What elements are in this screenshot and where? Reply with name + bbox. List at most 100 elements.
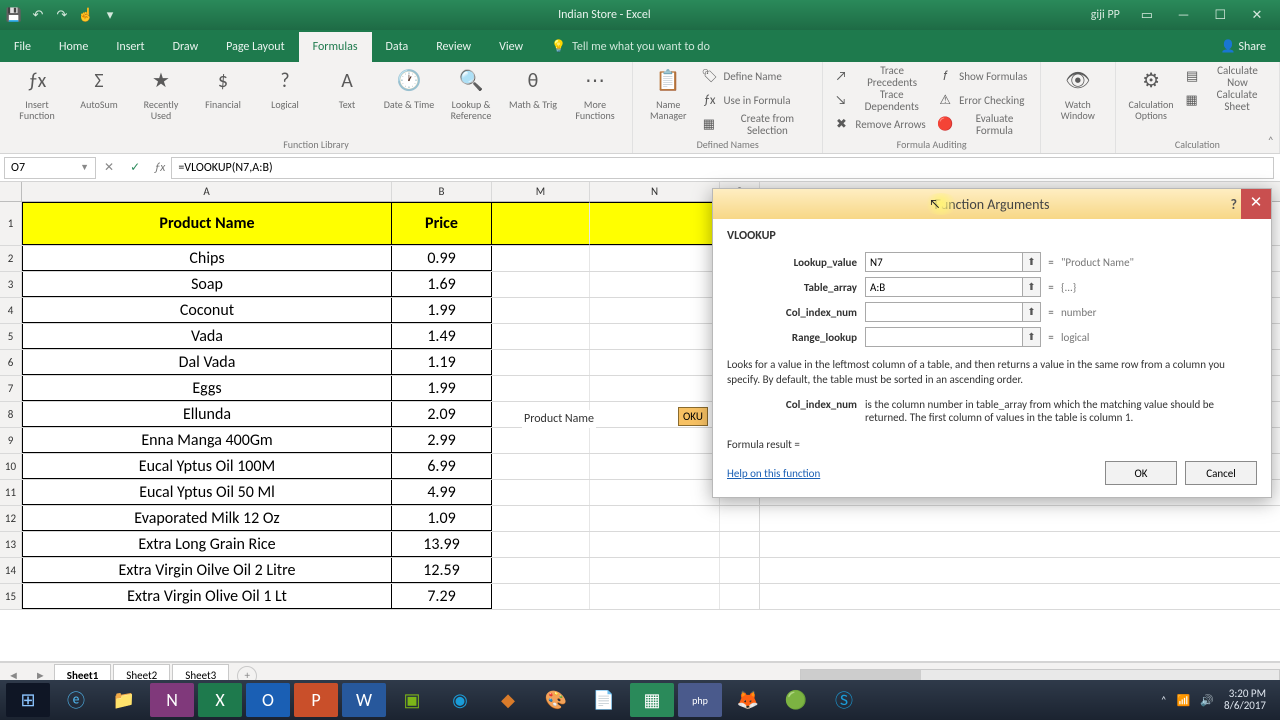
cell-price[interactable]: 2.09 (392, 402, 492, 427)
cell-product[interactable]: Enna Manga 400Gm (22, 428, 392, 453)
taskbar-word[interactable]: W (342, 683, 386, 717)
tab-home[interactable]: Home (45, 32, 102, 62)
create-from-selection-button[interactable]: ▦Create from Selection (701, 114, 812, 136)
row-header[interactable]: 1 (0, 202, 22, 245)
insert-function-button[interactable]: ƒxInsert Function (10, 66, 64, 121)
tab-insert[interactable]: Insert (102, 32, 158, 62)
close-icon[interactable]: ✕ (1240, 8, 1274, 23)
undo-icon[interactable]: ↶ (30, 7, 46, 23)
recently-used-button[interactable]: ★Recently Used (134, 66, 188, 121)
cell-product[interactable]: Eucal Yptus Oil 100M (22, 454, 392, 479)
taskbar-powerpoint[interactable]: P (294, 683, 338, 717)
use-in-formula-button[interactable]: ƒxUse in Formula (701, 90, 812, 112)
cancel-button[interactable]: Cancel (1185, 461, 1257, 485)
cell-price[interactable]: 12.59 (392, 558, 492, 583)
arg-input[interactable] (865, 277, 1023, 297)
trace-precedents-button[interactable]: ↗Trace Precedents (833, 66, 929, 88)
remove-arrows-button[interactable]: ✖Remove Arrows (833, 114, 929, 136)
cell-price[interactable]: 7.29 (392, 584, 492, 609)
arg-input[interactable] (865, 327, 1023, 347)
define-name-button[interactable]: 🏷Define Name (701, 66, 812, 88)
dialog-close-button[interactable]: ✕ (1241, 189, 1271, 219)
taskbar-firefox[interactable]: 🦊 (726, 683, 770, 717)
minimize-icon[interactable]: — (1167, 8, 1201, 23)
taskbar-app2[interactable]: ◆ (486, 683, 530, 717)
taskbar-onenote[interactable]: N (150, 683, 194, 717)
row-header[interactable]: 15 (0, 584, 22, 609)
cell-product[interactable]: Dal Vada (22, 350, 392, 375)
cell-price[interactable]: 2.99 (392, 428, 492, 453)
dialog-help-icon[interactable]: ? (1231, 196, 1238, 213)
cell-product[interactable]: Coconut (22, 298, 392, 323)
text-button[interactable]: AText (320, 66, 374, 110)
tab-data[interactable]: Data (372, 32, 423, 62)
chevron-down-icon[interactable]: ▼ (80, 162, 89, 173)
fx-icon[interactable]: ƒx (148, 161, 171, 175)
system-tray[interactable]: ˄ 📶 🔊 3:20 PM8/6/2017 (1161, 688, 1276, 712)
cell-product[interactable]: Soap (22, 272, 392, 297)
arg-input[interactable] (865, 302, 1023, 322)
name-manager-button[interactable]: 📋Name Manager (643, 66, 693, 121)
error-checking-button[interactable]: ⚠Error Checking (937, 90, 1030, 112)
row-header[interactable]: 6 (0, 350, 22, 375)
start-button[interactable]: ⊞ (6, 683, 50, 717)
taskbar-chrome[interactable]: 🟢 (774, 683, 818, 717)
tray-volume-icon[interactable]: 🔊 (1200, 694, 1214, 707)
ribbon-options-icon[interactable]: ▭ (1130, 8, 1164, 23)
calculate-now-button[interactable]: ▤Calculate Now (1184, 66, 1269, 88)
help-link[interactable]: Help on this function (727, 467, 820, 480)
tray-up-icon[interactable]: ˄ (1161, 694, 1167, 707)
trace-dependents-button[interactable]: ↘Trace Dependents (833, 90, 929, 112)
row-header[interactable]: 11 (0, 480, 22, 505)
lookup-reference-button[interactable]: 🔍Lookup & Reference (444, 66, 498, 121)
ok-button[interactable]: OK (1105, 461, 1177, 485)
cell-price[interactable]: 6.99 (392, 454, 492, 479)
row-header[interactable]: 8 (0, 402, 22, 427)
row-header[interactable]: 7 (0, 376, 22, 401)
tab-view[interactable]: View (485, 32, 537, 62)
cell-product[interactable]: Chips (22, 246, 392, 271)
row-header[interactable]: 10 (0, 454, 22, 479)
tab-formulas[interactable]: Formulas (299, 32, 372, 62)
cell-price[interactable]: 0.99 (392, 246, 492, 271)
tray-wifi-icon[interactable]: 📶 (1177, 694, 1191, 707)
col-header-a[interactable]: A (22, 182, 392, 201)
taskbar-outlook[interactable]: O (246, 683, 290, 717)
select-all-corner[interactable] (0, 182, 22, 201)
col-header-n[interactable]: N (590, 182, 720, 201)
row-header[interactable]: 13 (0, 532, 22, 557)
row-header[interactable]: 4 (0, 298, 22, 323)
formula-input[interactable] (171, 157, 1274, 179)
cell-product[interactable]: Extra Long Grain Rice (22, 532, 392, 557)
cell-product[interactable]: Eucal Yptus Oil 50 Ml (22, 480, 392, 505)
taskbar-app3[interactable]: 📄 (582, 683, 626, 717)
cell-product[interactable]: Evaporated Milk 12 Oz (22, 506, 392, 531)
evaluate-formula-button[interactable]: 🔴Evaluate Formula (937, 114, 1030, 136)
row-header[interactable]: 2 (0, 246, 22, 271)
collapse-ribbon-icon[interactable]: ˄ (1268, 135, 1274, 149)
redo-icon[interactable]: ↷ (54, 7, 70, 23)
cell-price[interactable]: 4.99 (392, 480, 492, 505)
watch-window-button[interactable]: 👁Watch Window (1051, 66, 1105, 121)
math-trig-button[interactable]: θMath & Trig (506, 66, 560, 110)
taskbar-app1[interactable]: ▣ (390, 683, 434, 717)
cell-product[interactable]: Extra Virgin Olive Oil 1 Lt (22, 584, 392, 609)
range-picker-icon[interactable]: ⬆ (1023, 252, 1041, 272)
tab-draw[interactable]: Draw (159, 32, 213, 62)
calculate-sheet-button[interactable]: ▦Calculate Sheet (1184, 90, 1269, 112)
col-header-m[interactable]: M (492, 182, 590, 201)
tab-file[interactable]: File (0, 32, 45, 62)
touch-mode-icon[interactable]: ☝ (78, 7, 94, 23)
cell-price[interactable]: 1.19 (392, 350, 492, 375)
taskbar-php[interactable]: php (678, 683, 722, 717)
enter-formula-icon[interactable]: ✓ (122, 160, 148, 175)
qat-dropdown-icon[interactable]: ▾ (102, 7, 118, 23)
cancel-formula-icon[interactable]: ✕ (96, 160, 122, 175)
name-box[interactable]: O7▼ (4, 157, 96, 179)
cell-product[interactable]: Eggs (22, 376, 392, 401)
logical-button[interactable]: ?Logical (258, 66, 312, 110)
row-header[interactable]: 12 (0, 506, 22, 531)
cell-price[interactable]: 1.09 (392, 506, 492, 531)
col-header-b[interactable]: B (392, 182, 492, 201)
cell-product[interactable]: Extra Virgin Oilve Oil 2 Litre (22, 558, 392, 583)
